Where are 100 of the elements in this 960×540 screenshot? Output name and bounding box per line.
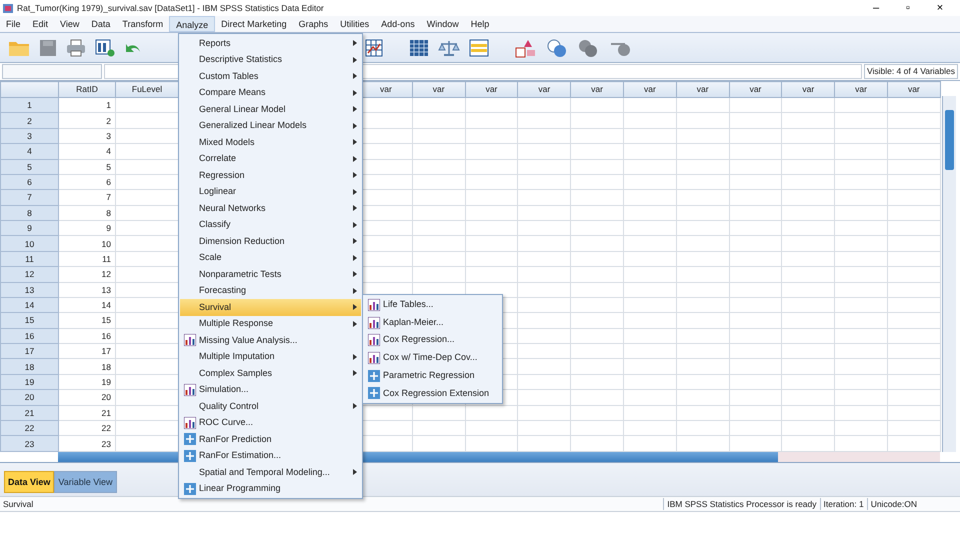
menu-item[interactable]: Life Tables...: [364, 296, 501, 314]
minimize-button[interactable]: –: [860, 1, 892, 15]
menu-item[interactable]: Survival: [180, 299, 361, 316]
row-number[interactable]: 14: [0, 297, 58, 313]
visible-variables-label: Visible: 4 of 4 Variables: [864, 64, 958, 79]
scrollbar-thumb[interactable]: [945, 110, 954, 170]
menu-item[interactable]: Edit: [26, 16, 54, 32]
tab[interactable]: Variable View: [54, 471, 117, 493]
dialog-icon[interactable]: [95, 38, 115, 56]
menu-item[interactable]: Generalized Linear Models: [180, 118, 361, 134]
column-header[interactable]: var: [412, 82, 466, 98]
menu-item[interactable]: File: [0, 16, 27, 32]
menu-item[interactable]: Direct Marketing: [215, 16, 293, 32]
row-number[interactable]: 2: [0, 112, 58, 128]
row-number[interactable]: 21: [0, 405, 58, 420]
menu-item[interactable]: RanFor Prediction: [180, 431, 361, 448]
value-labels-icon[interactable]: [515, 38, 537, 58]
maximize-button[interactable]: ▫: [892, 1, 924, 15]
row-number[interactable]: 18: [0, 358, 58, 374]
row-number[interactable]: 4: [0, 144, 58, 160]
menu-item[interactable]: Data: [85, 16, 116, 32]
save-icon[interactable]: [39, 38, 57, 56]
menu-item[interactable]: RanFor Estimation...: [180, 448, 361, 464]
table-chart-icon[interactable]: [365, 38, 383, 56]
menu-item[interactable]: Parametric Regression: [364, 366, 501, 384]
menu-item[interactable]: Cox Regression...: [364, 331, 501, 350]
menu-item[interactable]: View: [54, 16, 86, 32]
row-number[interactable]: 7: [0, 190, 58, 206]
vertical-scrollbar[interactable]: [942, 96, 956, 452]
menu-item[interactable]: Add-ons: [375, 16, 421, 32]
menu-item[interactable]: Descriptive Statistics: [180, 52, 361, 68]
column-header[interactable]: FuLevel: [116, 82, 178, 98]
scale-icon[interactable]: [438, 38, 460, 56]
row-number[interactable]: 11: [0, 251, 58, 267]
menu-item[interactable]: Help: [464, 16, 496, 32]
menu-item[interactable]: Missing Value Analysis...: [180, 332, 361, 348]
column-header[interactable]: RatID: [58, 82, 116, 98]
column-header[interactable]: var: [834, 82, 888, 98]
row-number[interactable]: 19: [0, 374, 58, 390]
row-number[interactable]: 23: [0, 436, 58, 452]
menu-item[interactable]: Correlate: [180, 150, 361, 167]
menu-item[interactable]: Classify: [180, 216, 361, 233]
row-number[interactable]: 12: [0, 266, 58, 282]
menu-item[interactable]: Mixed Models: [180, 134, 361, 150]
column-header[interactable]: var: [676, 82, 730, 98]
list-icon[interactable]: [469, 38, 489, 56]
menu-item[interactable]: Complex Samples: [180, 365, 361, 382]
menu-item[interactable]: Spatial and Temporal Modeling...: [180, 464, 361, 480]
menu-item[interactable]: Multiple Imputation: [180, 348, 361, 365]
row-number[interactable]: 8: [0, 205, 58, 221]
row-number[interactable]: 9: [0, 220, 58, 236]
menu-item[interactable]: Multiple Response: [180, 316, 361, 332]
menu-item[interactable]: Utilities: [334, 16, 376, 32]
menu-item[interactable]: General Linear Model: [180, 101, 361, 118]
menu-item[interactable]: Simulation...: [180, 382, 361, 398]
column-header[interactable]: var: [729, 82, 782, 98]
column-header[interactable]: var: [518, 82, 571, 98]
blob-icon[interactable]: [577, 38, 599, 58]
close-button[interactable]: ×: [924, 1, 956, 15]
menu-item[interactable]: ROC Curve...: [180, 414, 361, 431]
row-number[interactable]: 22: [0, 420, 58, 436]
column-header[interactable]: var: [887, 82, 940, 98]
cell-reference-field[interactable]: [2, 64, 102, 79]
menu-item[interactable]: Cox w/ Time-Dep Cov...: [364, 349, 501, 367]
grid-icon[interactable]: [409, 38, 429, 56]
menu-item[interactable]: Neural Networks: [180, 200, 361, 216]
column-header[interactable]: var: [782, 82, 835, 98]
circles-icon[interactable]: [546, 38, 568, 58]
menu-item[interactable]: Reports: [180, 35, 361, 52]
row-number[interactable]: 5: [0, 159, 58, 174]
menu-item[interactable]: Scale: [180, 250, 361, 266]
menu-item[interactable]: Custom Tables: [180, 68, 361, 84]
column-header[interactable]: var: [570, 82, 624, 98]
menu-item[interactable]: Forecasting: [180, 282, 361, 299]
menu-item[interactable]: Regression: [180, 167, 361, 184]
row-number[interactable]: 16: [0, 328, 58, 344]
row-number[interactable]: 3: [0, 128, 58, 144]
row-number[interactable]: 17: [0, 344, 58, 359]
menu-item[interactable]: Graphs: [292, 16, 334, 32]
menu-item[interactable]: Analyze: [169, 16, 216, 32]
row-number[interactable]: 13: [0, 282, 58, 298]
menu-item[interactable]: Compare Means: [180, 84, 361, 101]
menu-item[interactable]: Transform: [116, 16, 170, 32]
menu-item[interactable]: Nonparametric Tests: [180, 266, 361, 282]
row-number[interactable]: 1: [0, 98, 58, 113]
row-number[interactable]: 6: [0, 174, 58, 190]
row-number[interactable]: 10: [0, 236, 58, 252]
menu-item[interactable]: Dimension Reduction: [180, 233, 361, 250]
menu-item[interactable]: Cox Regression Extension: [364, 384, 501, 402]
tab[interactable]: Data View: [4, 471, 54, 493]
menu-item[interactable]: Kaplan-Meier...: [364, 314, 501, 332]
row-number[interactable]: 20: [0, 390, 58, 406]
column-header[interactable]: var: [465, 82, 518, 98]
row-number[interactable]: 15: [0, 312, 58, 328]
printer-icon[interactable]: [66, 38, 86, 56]
menu-item[interactable]: Quality Control: [180, 398, 361, 414]
column-header[interactable]: var: [623, 82, 676, 98]
menu-item[interactable]: Loglinear: [180, 184, 361, 200]
menu-item[interactable]: Window: [420, 16, 465, 32]
menu-item[interactable]: Linear Programming: [180, 480, 361, 497]
